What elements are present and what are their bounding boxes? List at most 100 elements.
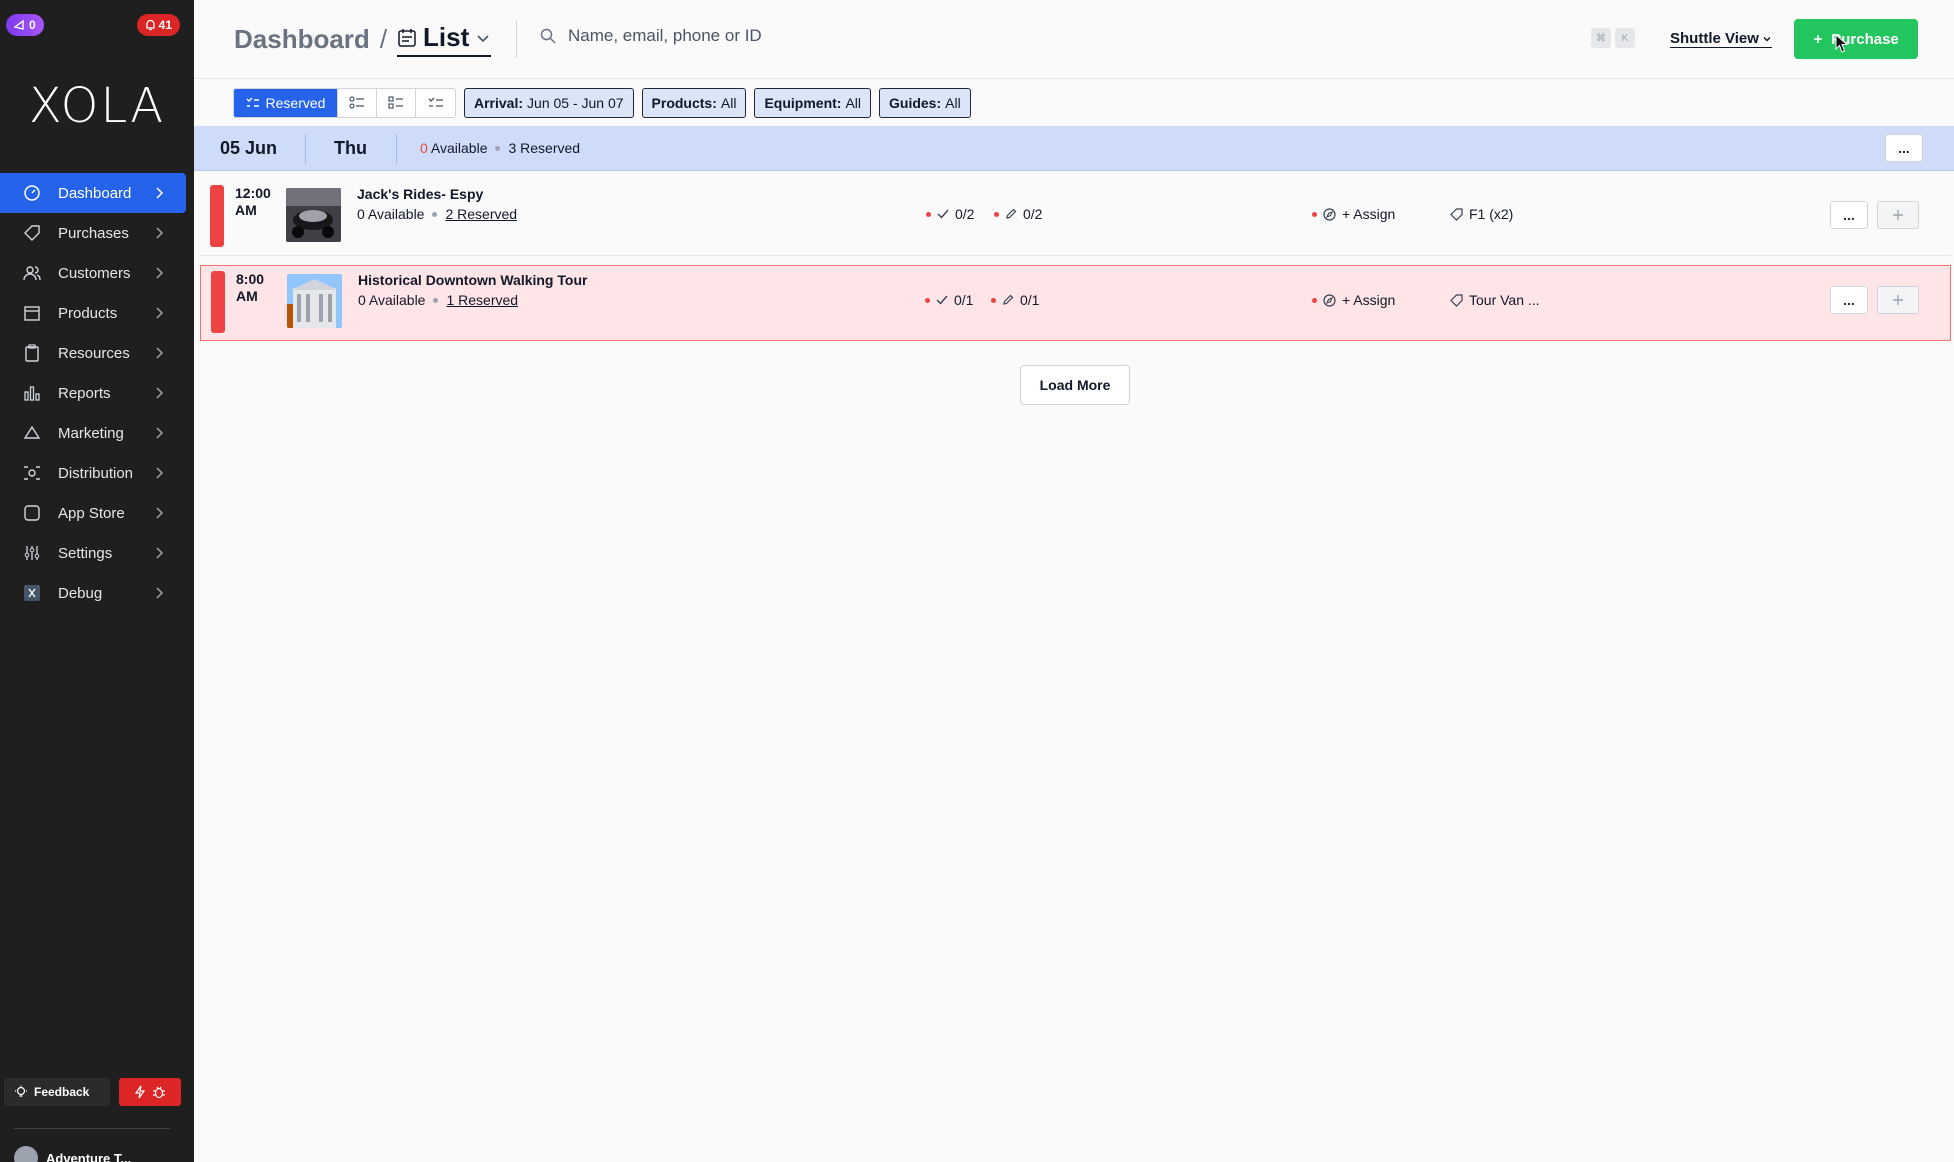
sliders-icon — [22, 543, 42, 563]
sidebar-item-app-store[interactable]: App Store — [0, 493, 194, 533]
sidebar-item-label: Customers — [58, 264, 131, 282]
event-time-period: AM — [235, 202, 257, 218]
equipment-tag: F1 (x2) — [1450, 206, 1513, 222]
event-availability: 0 Available 1 Reserved — [358, 292, 518, 308]
reserved-link[interactable]: 1 Reserved — [446, 292, 518, 308]
feedback-label: Feedback — [34, 1085, 90, 1099]
products-filter-key: Products: — [651, 95, 717, 111]
sidebar-item-label: Marketing — [58, 424, 124, 442]
arrival-filter-value: Jun 05 - Jun 07 — [527, 95, 624, 111]
sidebar-item-products[interactable]: Products — [0, 293, 194, 333]
group-date: 05 Jun — [220, 138, 278, 158]
available-label: Available — [430, 140, 488, 156]
event-time-hour: 8:00 — [236, 271, 265, 287]
box-icon — [22, 303, 42, 323]
waivers-value: 0/1 — [1020, 292, 1040, 308]
product-title[interactable]: Historical Downtown Walking Tour — [358, 272, 587, 288]
date-divider — [396, 134, 397, 164]
view-selector[interactable]: List — [397, 22, 492, 57]
row-more-button[interactable]: ... — [1830, 286, 1868, 314]
report-bug-button[interactable] — [119, 1078, 181, 1106]
list-view-toggle-3[interactable] — [416, 89, 455, 117]
product-title[interactable]: Jack's Rides- Espy — [357, 186, 483, 202]
group-weekday: Thu — [334, 138, 367, 158]
status-dot — [1312, 211, 1317, 217]
compass-icon — [1323, 207, 1336, 221]
assign-label: + Assign — [1342, 206, 1396, 222]
guides-filter-value: All — [945, 95, 961, 111]
equipment-filter-value: All — [845, 95, 862, 111]
list-check-icon — [246, 97, 259, 107]
chevron-down-icon — [1763, 36, 1771, 41]
sidebar-item-label: Dashboard — [58, 184, 132, 202]
assign-label: + Assign — [1342, 292, 1396, 308]
pencil-icon — [1003, 294, 1014, 305]
list-view-toggle-2[interactable] — [377, 89, 416, 117]
guides-filter[interactable]: Guides: All — [879, 88, 971, 118]
status-dot — [991, 297, 996, 303]
announcements-badge[interactable]: 0 — [6, 14, 44, 36]
sidebar-item-settings[interactable]: Settings — [0, 533, 194, 573]
shuttle-view-dropdown[interactable]: Shuttle View — [1670, 30, 1772, 48]
date-group-header: 05 Jun Thu 0 Available 3 Reserved ... — [194, 126, 1954, 171]
row-add-button[interactable] — [1877, 201, 1919, 229]
load-more-button[interactable]: Load More — [1020, 365, 1130, 405]
sidebar-item-purchases[interactable]: Purchases — [0, 213, 194, 253]
users-icon — [22, 263, 42, 283]
arrival-filter-key: Arrival: — [474, 95, 524, 111]
reserved-link[interactable]: 2 Reserved — [445, 206, 517, 222]
row-add-button[interactable] — [1877, 286, 1919, 314]
sidebar-item-distribution[interactable]: Distribution — [0, 453, 194, 493]
list-item[interactable]: 8:00 AM Historical Downtown Walking Tour… — [200, 265, 1951, 341]
account-menu[interactable]: Adventure T... — [14, 1146, 131, 1162]
tag-icon — [1450, 293, 1463, 307]
feedback-button[interactable]: Feedback — [4, 1078, 110, 1106]
breadcrumb-dashboard[interactable]: Dashboard — [234, 24, 370, 55]
separator-dot — [495, 145, 501, 151]
debug-x-icon — [22, 583, 42, 603]
sidebar-nav: Dashboard Purchases Customers Products R… — [0, 173, 194, 613]
sidebar-item-marketing[interactable]: Marketing — [0, 413, 194, 453]
sidebar-item-debug[interactable]: Debug — [0, 573, 194, 613]
checked-in-metric: 0/1 — [925, 292, 973, 308]
top-header: Dashboard / List Name, email, phone or I… — [194, 0, 1954, 79]
app-store-icon — [22, 503, 42, 523]
megaphone-icon — [14, 19, 24, 30]
chevron-down-icon — [477, 34, 489, 42]
status-dot — [925, 297, 930, 303]
bell-icon — [145, 19, 155, 31]
sidebar-item-reports[interactable]: Reports — [0, 373, 194, 413]
assign-guide-button[interactable]: + Assign — [1312, 292, 1395, 308]
list-view-toggle-1[interactable] — [338, 89, 377, 117]
sidebar-item-label: Products — [58, 304, 118, 322]
guides-filter-key: Guides: — [889, 95, 942, 111]
reserved-toggle-label: Reserved — [265, 95, 326, 111]
chevron-right-icon — [156, 267, 164, 279]
sidebar-item-resources[interactable]: Resources — [0, 333, 194, 373]
sidebar-item-label: Debug — [58, 584, 103, 602]
equipment-filter[interactable]: Equipment: All — [754, 88, 872, 118]
list-item[interactable]: 12:00 AM Jack's Rides- Espy 0 Available … — [200, 180, 1951, 256]
event-time: 8:00 AM — [236, 271, 264, 305]
group-more-button[interactable]: ... — [1885, 134, 1923, 162]
sidebar-item-dashboard[interactable]: Dashboard — [0, 173, 186, 213]
group-stats: 0 Available 3 Reserved — [420, 140, 580, 156]
purchase-button[interactable]: Purchase — [1794, 19, 1918, 59]
status-bar — [210, 185, 224, 247]
reserved-toggle[interactable]: Reserved — [234, 89, 338, 117]
xola-logo[interactable]: XOLA — [0, 78, 194, 134]
assign-guide-button[interactable]: + Assign — [1312, 206, 1395, 222]
row-more-button[interactable]: ... — [1830, 201, 1868, 229]
products-filter-value: All — [720, 95, 737, 111]
arrival-filter[interactable]: Arrival: Jun 05 - Jun 07 — [464, 88, 634, 118]
notifications-badge[interactable]: 41 — [136, 14, 180, 36]
account-name: Adventure T... — [46, 1150, 132, 1162]
search-input[interactable]: Name, email, phone or ID — [568, 26, 762, 46]
search-bar[interactable]: Name, email, phone or ID — [540, 26, 762, 46]
sidebar-item-customers[interactable]: Customers — [0, 253, 194, 293]
notifications-count: 41 — [158, 18, 172, 32]
event-availability: 0 Available 2 Reserved — [357, 206, 517, 222]
products-filter[interactable]: Products: All — [641, 88, 747, 118]
sidebar-item-label: Reports — [58, 384, 111, 402]
dashboard-icon — [22, 183, 42, 203]
